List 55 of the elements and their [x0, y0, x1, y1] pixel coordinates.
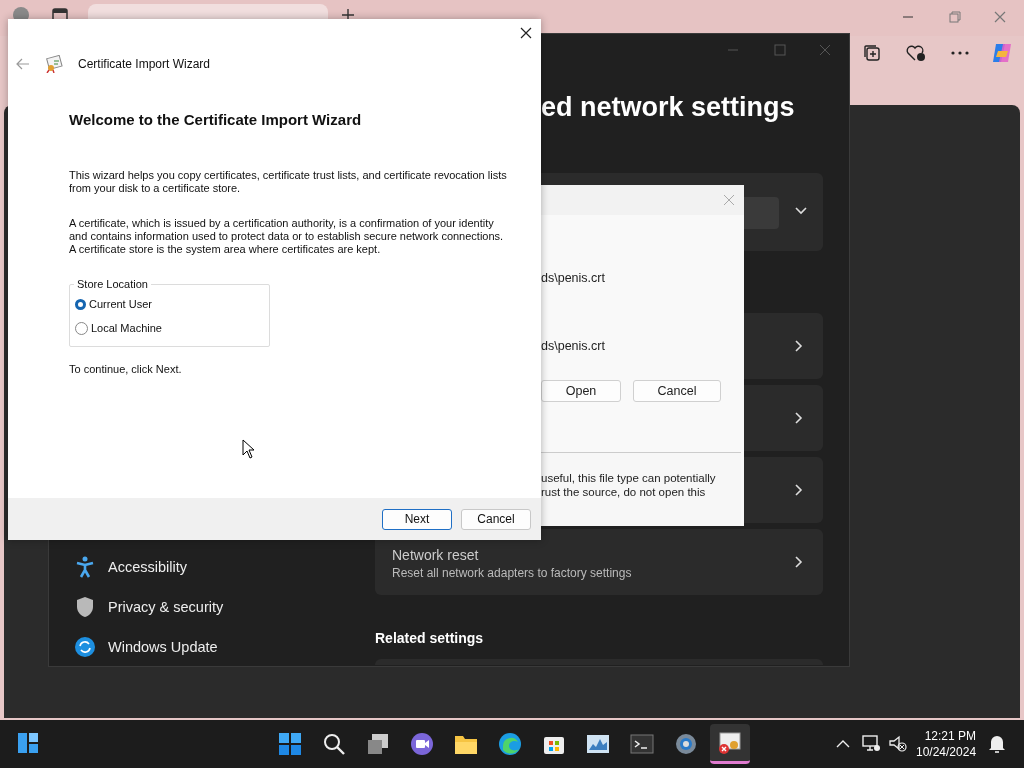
radio-button[interactable] — [75, 298, 86, 310]
description-text: A certificate, which is issued by a certification authority, is a confirmation of your identity and contains information used to protect data or to establish secure network connections. A certificate store is the system area where certificates are kept. — [69, 217, 505, 256]
cancel-button[interactable]: Cancel — [461, 508, 531, 530]
back-arrow-icon[interactable] — [16, 58, 30, 70]
mouse-cursor-icon — [242, 439, 256, 459]
clock[interactable]: 12:21 PM 10/24/2024 — [916, 728, 977, 760]
radio-option[interactable]: Current User — [75, 292, 263, 316]
description-text: This wizard helps you copy certificates, certificate trust lists, and certificate revocation lists from your disk to a certificate store. — [69, 169, 508, 195]
certificate-app-icon[interactable] — [718, 730, 742, 755]
task-view-icon[interactable] — [366, 732, 390, 756]
chevron-right-icon — [795, 412, 803, 424]
page-heading: ed network settings — [541, 92, 795, 123]
chevron-down-icon[interactable] — [795, 207, 807, 215]
heart-icon[interactable] — [906, 44, 926, 62]
refresh-icon — [75, 636, 95, 658]
copilot-icon[interactable] — [990, 41, 1014, 65]
certificate-icon — [45, 55, 63, 73]
profile-icon[interactable] — [12, 6, 30, 19]
wizard-title: Certificate Import Wizard — [78, 57, 211, 71]
search-icon[interactable] — [322, 732, 346, 756]
instruction-text: To continue, click Next. — [69, 363, 183, 376]
terminal-icon[interactable] — [630, 732, 654, 756]
video-chat-icon[interactable] — [410, 732, 434, 756]
chevron-up-icon[interactable] — [836, 739, 850, 748]
next-button[interactable]: Next — [382, 508, 452, 530]
chevron-right-icon — [795, 556, 803, 568]
more-icon[interactable] — [951, 51, 969, 55]
open-button[interactable]: Open — [541, 380, 621, 402]
radio-option[interactable]: Local Machine — [75, 316, 263, 340]
volume-muted-icon[interactable] — [889, 734, 907, 752]
group-label: Store Location — [76, 278, 149, 290]
warning-text: useful, this file type can potentially rust the source, do not open this — [541, 471, 716, 499]
chevron-right-icon — [795, 340, 803, 352]
windows-logo-icon[interactable] — [278, 732, 302, 756]
sidebar-item[interactable]: Privacy & security — [75, 596, 224, 618]
close-icon[interactable] — [520, 27, 532, 39]
network-icon[interactable] — [862, 734, 880, 752]
chevron-right-icon — [795, 484, 803, 496]
collections-icon[interactable] — [863, 44, 881, 62]
radio-button[interactable] — [75, 321, 88, 335]
section-heading: Related settings — [375, 630, 484, 646]
chart-window-icon[interactable] — [586, 732, 610, 756]
file-path: ds\penis.crt — [541, 339, 605, 353]
browser-icon[interactable] — [498, 732, 522, 756]
network-reset-card[interactable]: Network reset Reset all network adapters to factory settings — [375, 529, 823, 595]
wizard-heading: Welcome to the Certificate Import Wizard — [69, 111, 363, 128]
file-path: ds\penis.crt — [541, 271, 605, 285]
notification-bell-icon[interactable] — [988, 734, 1006, 754]
cancel-button[interactable]: Cancel — [633, 380, 721, 402]
sidebar-item[interactable]: Windows Update — [75, 636, 224, 658]
sidebar-item[interactable]: Accessibility — [75, 556, 224, 578]
settings-icon[interactable] — [674, 732, 698, 756]
accessibility-icon — [75, 556, 95, 578]
widgets-icon[interactable] — [17, 732, 39, 754]
shield-icon — [75, 596, 95, 618]
